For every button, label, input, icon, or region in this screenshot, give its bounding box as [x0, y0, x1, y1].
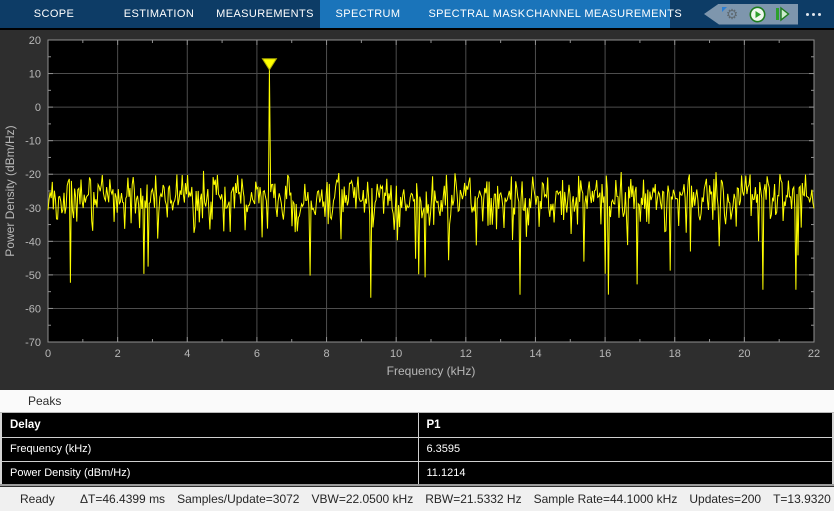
playback-controls: ⚙ [704, 0, 834, 28]
peaks-table-header-row: Delay P1 [1, 413, 833, 437]
run-button[interactable] [749, 6, 766, 23]
gear-icon: ⚙ [726, 6, 739, 22]
stat-delta-t: ΔT=46.4399 ms [80, 492, 165, 506]
peaks-title: Peaks [28, 394, 61, 408]
stat-updates: Updates=200 [689, 492, 761, 506]
x-tick-label: 14 [529, 348, 541, 360]
power-density-metric-label: Power Density (dBm/Hz) [1, 461, 418, 485]
stat-time: T=13.9320 [773, 492, 831, 506]
y-tick-label: 10 [29, 69, 41, 81]
y-tick-label: -70 [25, 337, 41, 349]
tab-channel-measurements[interactable]: CHANNEL MEASUREMENTS [538, 0, 670, 28]
y-tick-label: -40 [25, 236, 41, 248]
y-axis-label: Power Density (dBm/Hz) [3, 125, 17, 256]
y-tick-label: -50 [25, 270, 41, 282]
frequency-metric-label: Frequency (kHz) [1, 437, 418, 461]
x-tick-label: 22 [808, 348, 820, 360]
power-density-metric-value: 11.1214 [418, 461, 833, 485]
toolbar: SCOPE ESTIMATION MEASUREMENTS SPECTRUM S… [0, 0, 834, 28]
tab-scope[interactable]: SCOPE [0, 0, 108, 28]
step-back-arrow-icon [722, 7, 727, 12]
step-forward-button[interactable] [775, 6, 790, 22]
spectrum-plot-region[interactable]: 0 2 4 6 8 10 12 14 16 18 20 22 -70 -60 -50 -40 -30 -20 -10… [0, 30, 834, 390]
peaks-panel-header[interactable]: Peaks [0, 390, 834, 413]
tab-measurements[interactable]: MEASUREMENTS [210, 0, 320, 28]
y-tick-label: -20 [25, 169, 41, 181]
more-options-button[interactable] [798, 4, 828, 25]
x-tick-label: 20 [738, 348, 750, 360]
x-tick-label: 0 [45, 348, 51, 360]
stat-rbw: RBW=21.5332 Hz [425, 492, 521, 506]
status-stats: ΔT=46.4399 ms Samples/Update=3072 VBW=22… [80, 492, 831, 506]
y-tick-label: 20 [29, 35, 41, 47]
tab-spectral-mask[interactable]: SPECTRAL MASK [416, 0, 538, 28]
table-row-frequency: Frequency (kHz) 6.3595 [1, 437, 833, 461]
status-ready-label: Ready [20, 492, 80, 506]
y-tick-label: -60 [25, 303, 41, 315]
y-tick-label: -10 [25, 136, 41, 148]
spectrum-analyzer-window: SCOPE ESTIMATION MEASUREMENTS SPECTRUM S… [0, 0, 834, 511]
peaks-table: Delay P1 Frequency (kHz) 6.3595 Power De… [0, 413, 834, 486]
step-back-button[interactable]: ⚙ [724, 6, 740, 22]
status-bar: Ready ΔT=46.4399 ms Samples/Update=3072 … [0, 487, 834, 511]
x-tick-label: 2 [115, 348, 121, 360]
col-delay-header: Delay [1, 413, 418, 437]
stat-vbw: VBW=22.0500 kHz [311, 492, 413, 506]
x-tick-label: 10 [390, 348, 402, 360]
stat-samples-per-update: Samples/Update=3072 [177, 492, 299, 506]
spectrum-plot[interactable]: 0 2 4 6 8 10 12 14 16 18 20 22 -70 -60 -50 -40 -30 -20 -10… [0, 30, 834, 390]
col-p1-header: P1 [418, 413, 833, 437]
x-tick-label: 18 [669, 348, 681, 360]
tab-spectrum[interactable]: SPECTRUM [320, 0, 416, 28]
x-tick-label: 12 [460, 348, 472, 360]
tab-estimation[interactable]: ESTIMATION [108, 0, 210, 28]
x-tick-label: 4 [184, 348, 190, 360]
step-forward-icon [776, 8, 779, 20]
x-tick-label: 8 [323, 348, 329, 360]
y-tick-label: 0 [35, 102, 41, 114]
y-tick-label: -30 [25, 203, 41, 215]
x-axis-label: Frequency (kHz) [387, 364, 476, 378]
frequency-metric-value: 6.3595 [418, 437, 833, 461]
x-tick-label: 16 [599, 348, 611, 360]
table-row-power-density: Power Density (dBm/Hz) 11.1214 [1, 461, 833, 485]
x-tick-label: 6 [254, 348, 260, 360]
ellipsis-icon [806, 13, 809, 16]
playback-controls-banner: ⚙ [704, 4, 798, 25]
stat-sample-rate: Sample Rate=44.1000 kHz [534, 492, 678, 506]
